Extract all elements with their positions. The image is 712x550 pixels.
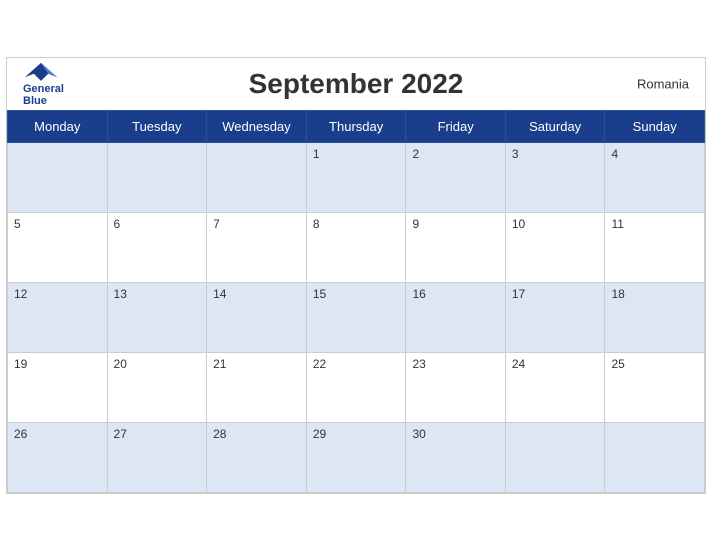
day-number: 8 xyxy=(313,217,320,231)
weekday-header-row: Monday Tuesday Wednesday Thursday Friday… xyxy=(8,110,705,142)
calendar-day-cell: 13 xyxy=(107,282,207,352)
logo-text-blue: Blue xyxy=(23,95,47,107)
calendar-container: General Blue September 2022 Romania Mond… xyxy=(6,57,706,494)
calendar-day-cell: 16 xyxy=(406,282,505,352)
calendar-day-cell: 30 xyxy=(406,422,505,492)
calendar-week-row: 19 20 21 22 23 24 25 xyxy=(8,352,705,422)
calendar-day-cell: 8 xyxy=(306,212,406,282)
header-thursday: Thursday xyxy=(306,110,406,142)
day-number: 3 xyxy=(512,147,519,161)
header-wednesday: Wednesday xyxy=(207,110,307,142)
calendar-day-cell: 18 xyxy=(605,282,705,352)
calendar-day-cell: 15 xyxy=(306,282,406,352)
day-number: 28 xyxy=(213,427,226,441)
day-number: 23 xyxy=(412,357,425,371)
header-sunday: Sunday xyxy=(605,110,705,142)
calendar-day-cell: 5 xyxy=(8,212,108,282)
day-number: 10 xyxy=(512,217,525,231)
day-number: 18 xyxy=(611,287,624,301)
day-number: 19 xyxy=(14,357,27,371)
day-number: 1 xyxy=(313,147,320,161)
calendar-header: General Blue September 2022 Romania xyxy=(7,58,705,110)
day-number: 13 xyxy=(114,287,127,301)
header-friday: Friday xyxy=(406,110,505,142)
day-number: 4 xyxy=(611,147,618,161)
header-monday: Monday xyxy=(8,110,108,142)
day-number: 26 xyxy=(14,427,27,441)
calendar-day-cell: 10 xyxy=(505,212,605,282)
header-saturday: Saturday xyxy=(505,110,605,142)
calendar-day-cell: 25 xyxy=(605,352,705,422)
day-number: 7 xyxy=(213,217,220,231)
calendar-day-cell: 28 xyxy=(207,422,307,492)
calendar-week-row: 1 2 3 4 xyxy=(8,142,705,212)
calendar-title: September 2022 xyxy=(249,68,464,100)
calendar-day-cell: 19 xyxy=(8,352,108,422)
calendar-day-cell: 6 xyxy=(107,212,207,282)
calendar-day-cell: 17 xyxy=(505,282,605,352)
header-tuesday: Tuesday xyxy=(107,110,207,142)
day-number: 27 xyxy=(114,427,127,441)
calendar-day-cell: 3 xyxy=(505,142,605,212)
day-number: 12 xyxy=(14,287,27,301)
calendar-day-cell: 27 xyxy=(107,422,207,492)
day-number: 25 xyxy=(611,357,624,371)
calendar-day-cell: 22 xyxy=(306,352,406,422)
day-number: 30 xyxy=(412,427,425,441)
day-number: 16 xyxy=(412,287,425,301)
day-number: 15 xyxy=(313,287,326,301)
calendar-day-cell xyxy=(8,142,108,212)
day-number: 2 xyxy=(412,147,419,161)
calendar-table: Monday Tuesday Wednesday Thursday Friday… xyxy=(7,110,705,493)
calendar-day-cell: 29 xyxy=(306,422,406,492)
day-number: 24 xyxy=(512,357,525,371)
calendar-week-row: 12 13 14 15 16 17 18 xyxy=(8,282,705,352)
day-number: 22 xyxy=(313,357,326,371)
logo: General Blue xyxy=(23,60,64,106)
day-number: 6 xyxy=(114,217,121,231)
logo-text-general: General xyxy=(23,82,64,94)
calendar-day-cell: 20 xyxy=(107,352,207,422)
day-number: 11 xyxy=(611,217,623,231)
calendar-day-cell xyxy=(505,422,605,492)
day-number: 9 xyxy=(412,217,419,231)
calendar-day-cell: 2 xyxy=(406,142,505,212)
day-number: 20 xyxy=(114,357,127,371)
calendar-day-cell: 14 xyxy=(207,282,307,352)
calendar-day-cell: 24 xyxy=(505,352,605,422)
calendar-day-cell xyxy=(207,142,307,212)
calendar-day-cell: 26 xyxy=(8,422,108,492)
day-number: 21 xyxy=(213,357,226,371)
day-number: 14 xyxy=(213,287,226,301)
calendar-day-cell: 7 xyxy=(207,212,307,282)
day-number: 5 xyxy=(14,217,21,231)
calendar-day-cell: 11 xyxy=(605,212,705,282)
day-number: 29 xyxy=(313,427,326,441)
day-number: 17 xyxy=(512,287,525,301)
calendar-week-row: 5 6 7 8 9 10 11 xyxy=(8,212,705,282)
calendar-day-cell: 12 xyxy=(8,282,108,352)
country-label: Romania xyxy=(637,76,689,91)
calendar-day-cell xyxy=(107,142,207,212)
calendar-day-cell: 1 xyxy=(306,142,406,212)
calendar-week-row: 26 27 28 29 30 xyxy=(8,422,705,492)
calendar-day-cell xyxy=(605,422,705,492)
calendar-day-cell: 9 xyxy=(406,212,505,282)
calendar-day-cell: 4 xyxy=(605,142,705,212)
calendar-day-cell: 23 xyxy=(406,352,505,422)
calendar-day-cell: 21 xyxy=(207,352,307,422)
